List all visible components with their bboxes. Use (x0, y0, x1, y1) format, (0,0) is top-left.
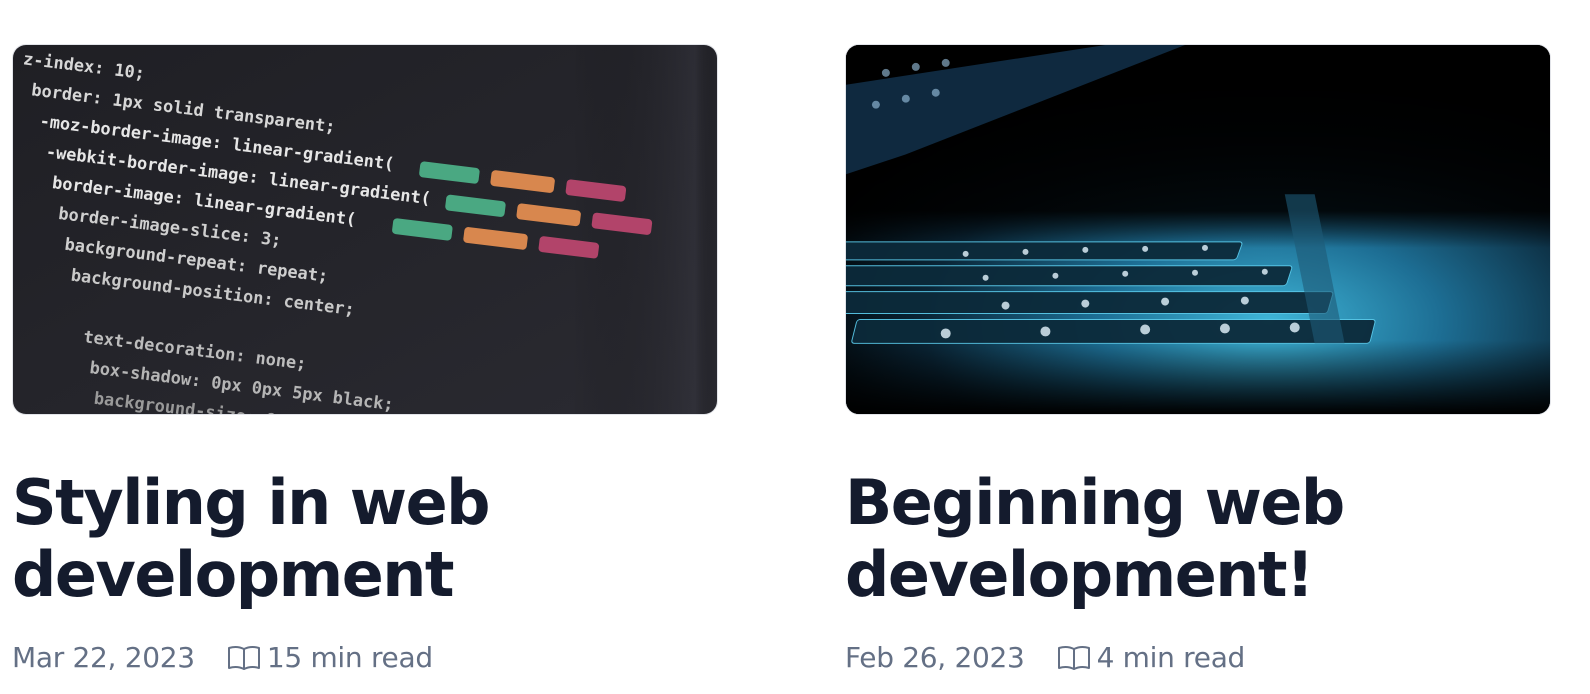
post-card-beginning[interactable]: Beginning web development! Feb 26, 2023 … (845, 44, 1551, 674)
post-meta: Mar 22, 2023 15 min read (12, 641, 718, 674)
post-meta: Feb 26, 2023 4 min read (845, 641, 1551, 674)
post-card-styling[interactable]: z-index: 10; border: 1px solid transpare… (12, 44, 718, 674)
post-title[interactable]: Styling in web development (12, 467, 572, 611)
read-time: 4 min read (1057, 641, 1245, 674)
post-thumbnail[interactable] (845, 44, 1551, 415)
post-date: Mar 22, 2023 (12, 641, 195, 674)
book-open-icon (227, 645, 261, 671)
read-time-label: 15 min read (266, 641, 433, 674)
blog-post-grid: z-index: 10; border: 1px solid transpare… (0, 0, 1590, 694)
laptop-keyboard-image (846, 45, 1550, 414)
read-time-label: 4 min read (1096, 641, 1246, 674)
post-title[interactable]: Beginning web development! (845, 467, 1405, 611)
post-date: Feb 26, 2023 (845, 641, 1025, 674)
post-thumbnail[interactable]: z-index: 10; border: 1px solid transpare… (12, 44, 718, 415)
read-time: 15 min read (227, 641, 433, 674)
code-screenshot-image: z-index: 10; border: 1px solid transpare… (13, 45, 717, 414)
book-open-icon (1057, 645, 1091, 671)
